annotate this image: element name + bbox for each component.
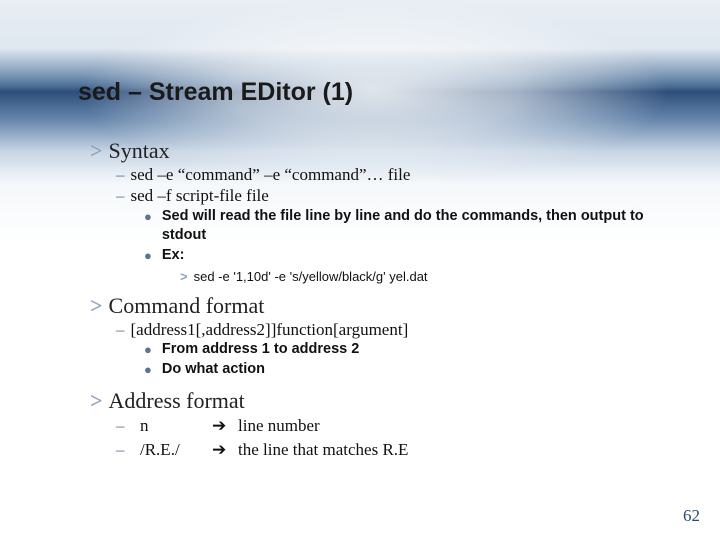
section-address-format: >Address format (90, 388, 680, 414)
slide-body: >Syntax –sed –e “command” –e “command”… … (90, 138, 680, 461)
address-row: – n ➔ line number (116, 414, 680, 438)
command-line-1: [address1[,address2]]function[argument] (131, 319, 409, 340)
command-bullet-1: From address 1 to address 2 (162, 340, 359, 360)
syntax-line-1: sed –e “command” –e “command”… file (131, 164, 411, 185)
syntax-line-2: sed –f script-file file (131, 185, 269, 206)
address-desc-2: the line that matches R.E (238, 438, 408, 462)
bullet-icon: ● (144, 207, 152, 246)
syntax-bullet-1: Sed will read the file line by line and … (162, 207, 680, 246)
section-syntax: >Syntax (90, 138, 680, 164)
address-sym-2: /R.E./ (140, 438, 212, 462)
syntax-bullet-2: Ex: (162, 246, 185, 266)
slide-title: sed – Stream EDitor (1) (78, 78, 353, 107)
address-row: – /R.E./ ➔ the line that matches R.E (116, 438, 680, 462)
dash-icon: – (116, 438, 134, 462)
address-heading: Address format (109, 388, 245, 413)
syntax-example: sed -e '1,10d' -e 's/yellow/black/g' yel… (194, 269, 428, 284)
bullet-icon: ● (144, 360, 152, 380)
command-heading: Command format (109, 293, 265, 318)
address-sym-1: n (140, 414, 212, 438)
arrow-icon: ➔ (212, 438, 238, 462)
dash-icon: – (116, 319, 125, 340)
chevron-icon: > (90, 388, 103, 413)
dash-icon: – (116, 185, 125, 206)
chevron-icon: > (90, 293, 103, 318)
section-command-format: >Command format (90, 293, 680, 319)
dash-icon: – (116, 414, 134, 438)
address-desc-1: line number (238, 414, 320, 438)
bullet-icon: ● (144, 340, 152, 360)
command-bullet-2: Do what action (162, 360, 265, 380)
dash-icon: – (116, 164, 125, 185)
bullet-icon: ● (144, 246, 152, 266)
chevron-icon: > (180, 269, 188, 284)
page-number: 62 (683, 506, 700, 526)
syntax-heading: Syntax (109, 138, 170, 163)
chevron-icon: > (90, 138, 103, 163)
arrow-icon: ➔ (212, 414, 238, 438)
